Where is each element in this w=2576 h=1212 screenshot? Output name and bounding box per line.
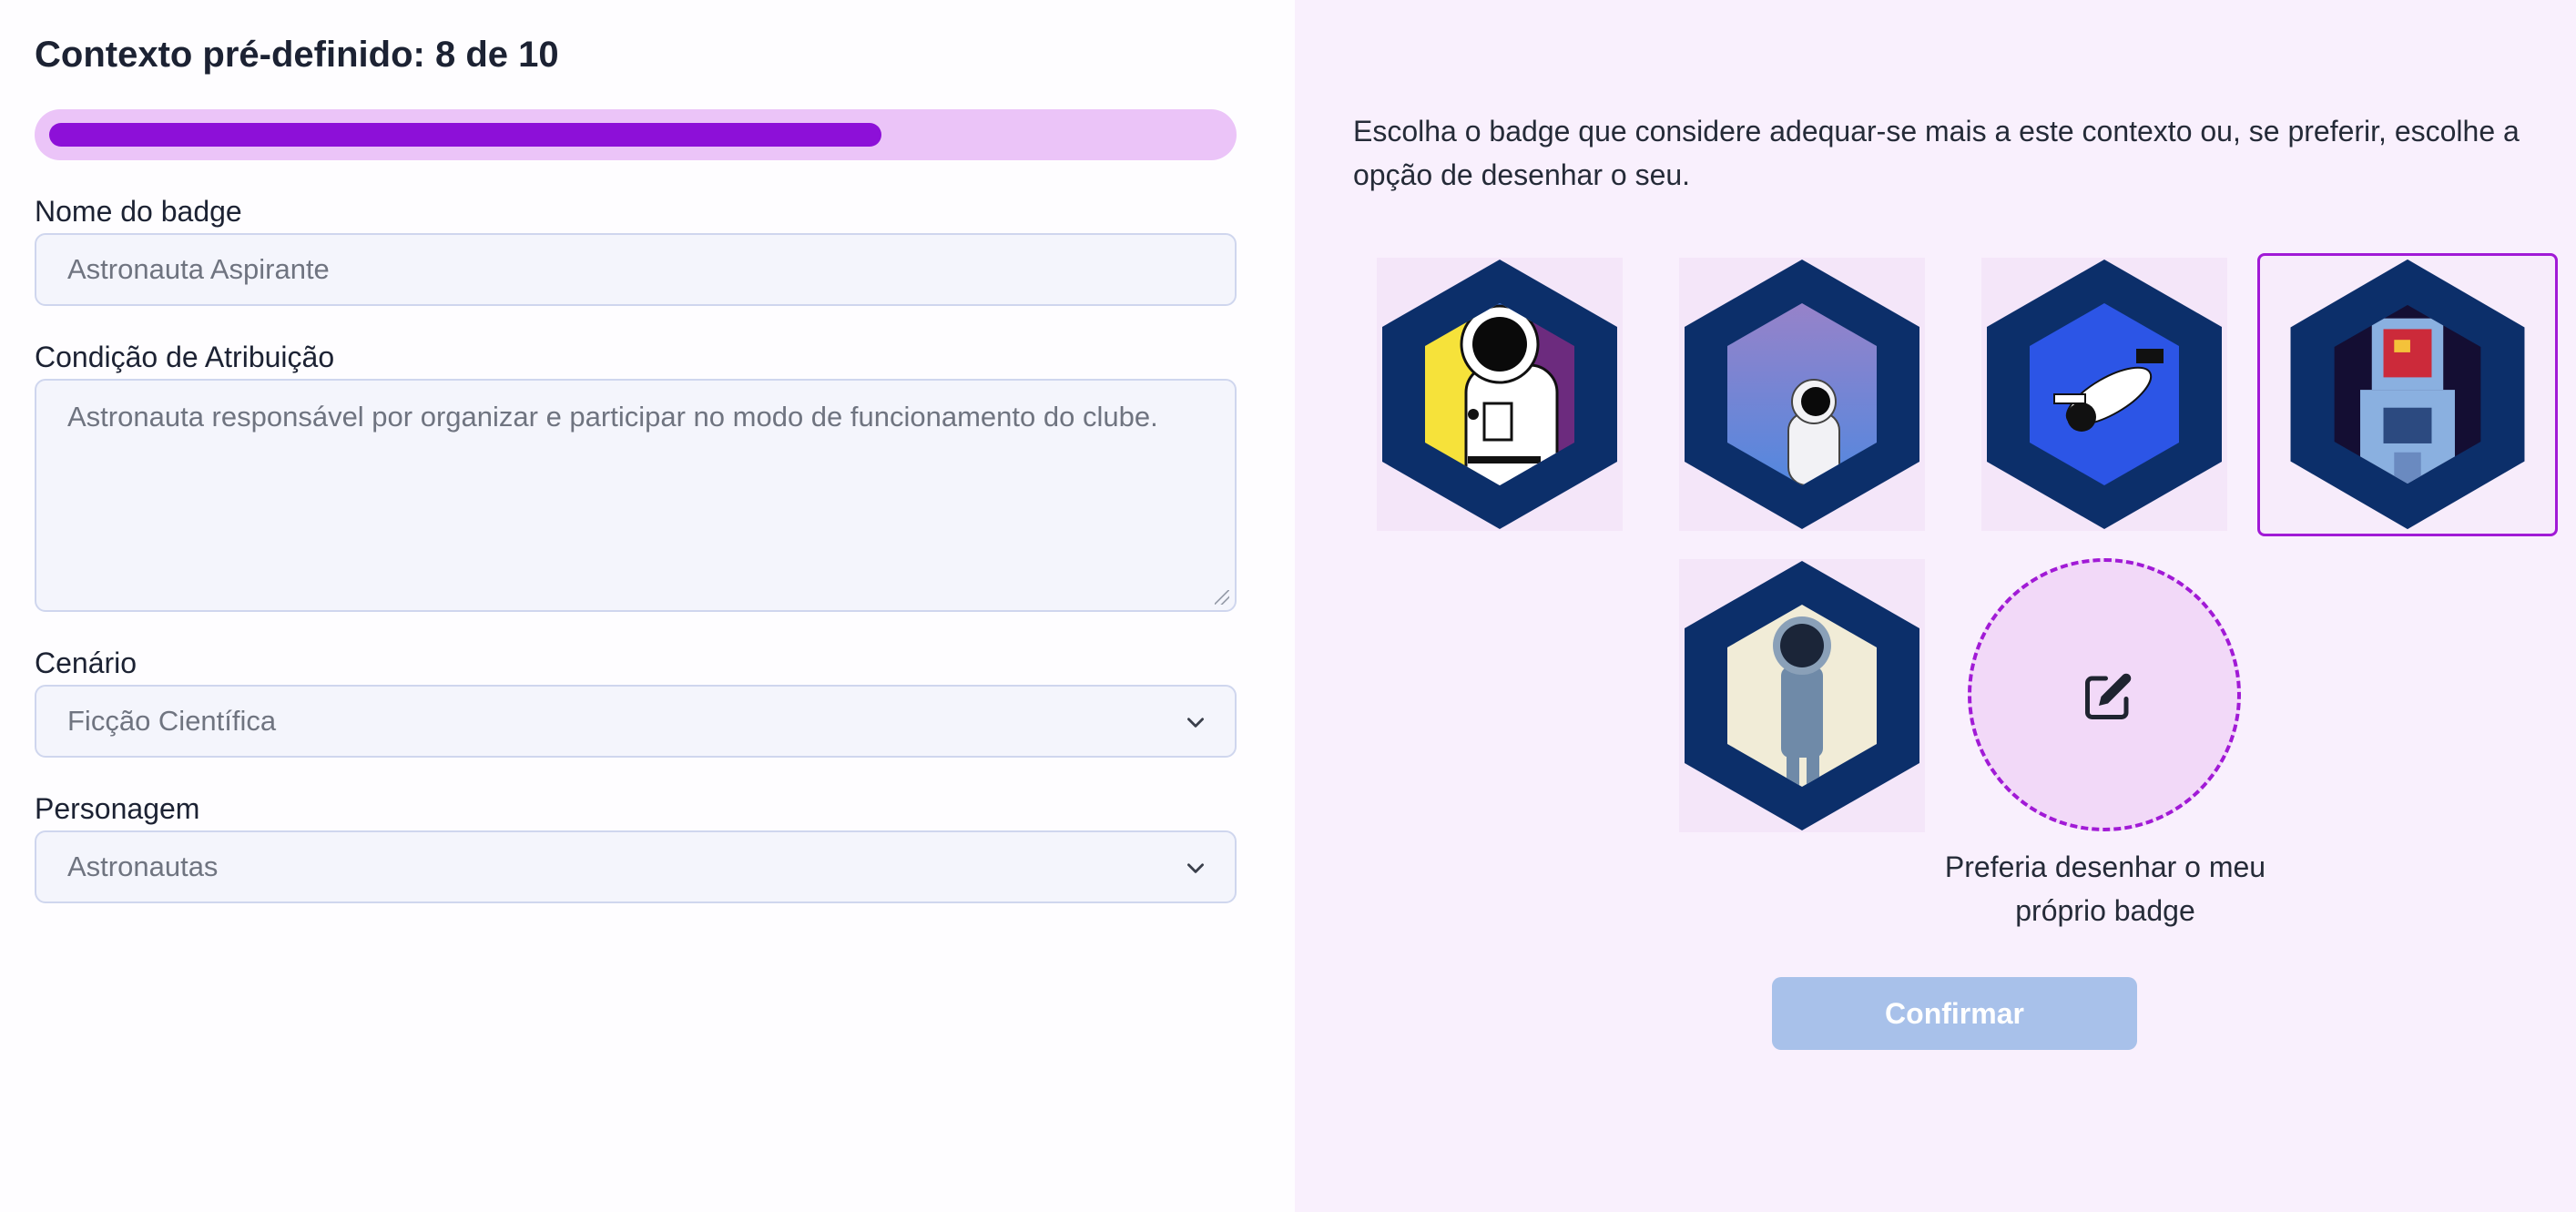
- badge-option-1[interactable]: [1377, 258, 1623, 531]
- resize-grip-icon[interactable]: [1215, 590, 1229, 605]
- page-title: Contexto pré-definido: 8 de 10: [35, 35, 559, 75]
- scenario-label: Cenário: [35, 647, 137, 679]
- badge-form-panel: Contexto pré-definido: 8 de 10 Nome do b…: [0, 0, 1295, 1212]
- astronaut-pixel-badge-icon: [2290, 259, 2525, 530]
- condition-text: Astronauta responsável por organizar e p…: [67, 401, 1158, 433]
- chevron-down-icon: [1187, 718, 1204, 728]
- astronaut-floating-badge-icon: [1987, 260, 2222, 529]
- chevron-down-icon: [1187, 863, 1204, 873]
- character-select[interactable]: Astronautas: [35, 830, 1237, 903]
- badge-option-4[interactable]: [2257, 253, 2558, 536]
- confirm-button[interactable]: Confirmar: [1772, 977, 2137, 1050]
- draw-own-badge-label: Preferia desenhar o meu próprio badge: [1944, 850, 2266, 927]
- badge-name-input[interactable]: Astronauta Aspirante: [35, 233, 1237, 306]
- astronaut-striped-badge-icon: [1382, 260, 1617, 529]
- badge-option-2[interactable]: [1679, 258, 1925, 531]
- badge-name-label: Nome do badge: [35, 195, 242, 228]
- badge-instructions: Escolha o badge que considere adequar-se…: [1353, 115, 2520, 191]
- badge-option-3[interactable]: [1981, 258, 2227, 531]
- character-label: Personagem: [35, 792, 200, 825]
- draw-own-badge-button[interactable]: [1968, 558, 2241, 831]
- scenario-value: Ficção Científica: [67, 705, 277, 737]
- progress-bar: [35, 109, 1237, 160]
- badge-option-5[interactable]: [1679, 559, 1925, 832]
- character-value: Astronautas: [67, 850, 219, 882]
- condition-label: Condição de Atribuição: [35, 341, 335, 373]
- astronaut-standing-badge-icon: [1685, 561, 1919, 830]
- edit-icon: [2085, 673, 2132, 719]
- astronaut-gradient-badge-icon: [1685, 260, 1919, 529]
- scenario-select[interactable]: Ficção Científica: [35, 685, 1237, 758]
- progress-fill: [49, 123, 881, 147]
- condition-textarea[interactable]: Astronauta responsável por organizar e p…: [35, 379, 1237, 612]
